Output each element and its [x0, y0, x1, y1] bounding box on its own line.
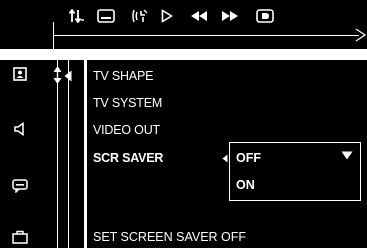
menu-item-video-out[interactable]: VIDEO OUT [93, 122, 160, 138]
subtitle-icon[interactable] [97, 7, 115, 25]
header-separator [0, 49, 367, 60]
toolbar-guide-line [53, 35, 359, 36]
tools-icon[interactable] [9, 228, 31, 246]
play-icon[interactable] [160, 7, 174, 25]
display-icon[interactable] [256, 7, 274, 25]
dropdown-option-on[interactable]: ON [236, 177, 255, 193]
menu-item-tv-shape[interactable]: TV SHAPE [93, 68, 153, 84]
setup-menu-icon[interactable] [9, 65, 31, 83]
rewind-icon[interactable] [190, 7, 208, 25]
menu-scroll-strip [40, 60, 84, 248]
dropdown-chevron-down-icon[interactable] [341, 147, 353, 165]
sidebar [0, 60, 40, 248]
dropdown-option-off[interactable]: OFF [236, 150, 261, 166]
status-message: SET SCREEN SAVER OFF [93, 230, 247, 244]
speaker-icon[interactable] [9, 120, 31, 138]
top-toolbar [0, 0, 367, 49]
toolbar-arrow-right-icon [355, 28, 367, 47]
scroll-thumb-icon[interactable] [53, 65, 62, 90]
fast-forward-icon[interactable] [221, 7, 239, 25]
subtitle-menu-icon[interactable] [9, 177, 31, 195]
scroll-track-line [68, 60, 69, 248]
menu-pointer-left-icon [64, 69, 72, 87]
menu-item-tv-system[interactable]: TV SYSTEM [93, 95, 162, 111]
angle-icon[interactable] [131, 7, 149, 25]
audio-sort-icon[interactable] [69, 7, 85, 25]
toolbar-guide-drop [53, 22, 54, 49]
menu-item-scr-saver[interactable]: SCR SAVER [93, 150, 163, 166]
dropdown-pointer-left-icon [222, 150, 228, 168]
